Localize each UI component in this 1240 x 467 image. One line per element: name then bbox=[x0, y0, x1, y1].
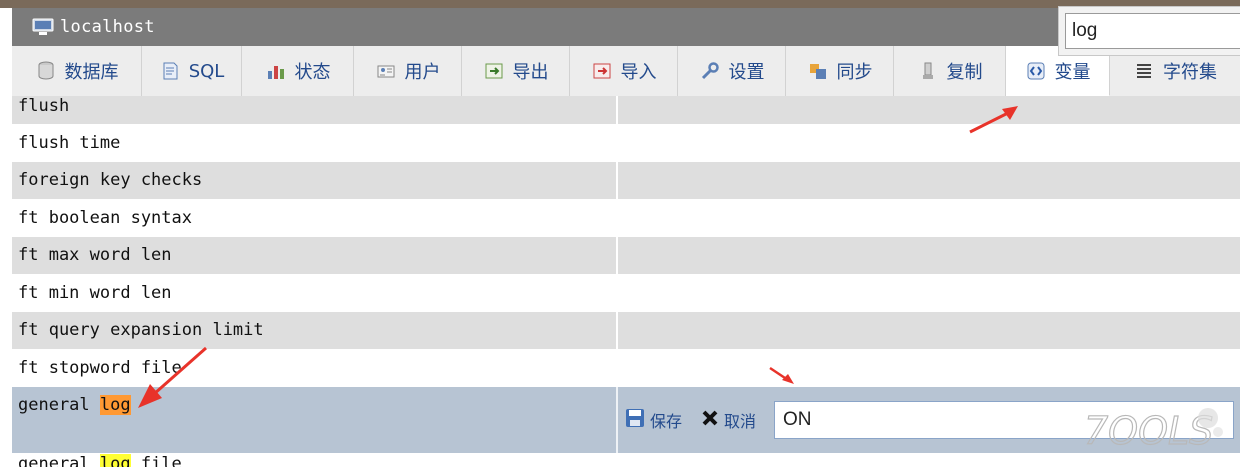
tab-export[interactable]: 导出 bbox=[462, 46, 570, 96]
table-row[interactable]: flush bbox=[12, 96, 1240, 124]
import-icon bbox=[591, 60, 613, 82]
table-row[interactable]: ft max word len bbox=[12, 236, 1240, 274]
table-row[interactable]: ft boolean syntax bbox=[12, 199, 1240, 237]
variable-value[interactable] bbox=[618, 199, 1240, 237]
variable-name: ft min word len bbox=[12, 274, 618, 312]
watermark-logo: 7OOLS bbox=[1083, 408, 1223, 454]
tab-label: 字符集 bbox=[1163, 62, 1217, 83]
variable-value[interactable] bbox=[618, 311, 1240, 349]
charset-icon bbox=[1133, 60, 1155, 82]
tab-label: 设置 bbox=[728, 62, 765, 83]
annotation-arrow-icon bbox=[138, 346, 207, 408]
watermark-text: 7OOLS bbox=[1084, 409, 1213, 453]
variable-name: foreign key checks bbox=[12, 161, 618, 199]
tab-users[interactable]: 用户 bbox=[354, 46, 462, 96]
save-label: 保存 bbox=[650, 411, 683, 431]
variable-value[interactable] bbox=[618, 96, 1240, 124]
save-icon bbox=[624, 407, 646, 433]
tab-import[interactable]: 导入 bbox=[570, 46, 678, 96]
sql-icon bbox=[159, 60, 181, 82]
search-match-highlight: log bbox=[99, 394, 131, 415]
variable-value[interactable] bbox=[618, 161, 1240, 199]
tab-settings[interactable]: 设置 bbox=[678, 46, 786, 96]
sync-icon bbox=[807, 60, 829, 82]
tab-label: 用户 bbox=[404, 62, 441, 83]
database-icon bbox=[35, 60, 57, 82]
variable-name-prefix: general bbox=[18, 453, 100, 467]
tab-label: 状态 bbox=[294, 62, 331, 83]
variable-name: general log file bbox=[12, 452, 618, 467]
tab-label: 导出 bbox=[512, 62, 549, 83]
search-match-highlight: log bbox=[99, 453, 131, 467]
tab-sync[interactable]: 同步 bbox=[786, 46, 894, 96]
tab-sql[interactable]: SQL bbox=[142, 46, 242, 96]
tab-label: 变量 bbox=[1054, 61, 1091, 83]
cancel-label: 取消 bbox=[724, 411, 757, 431]
status-chart-icon bbox=[265, 60, 287, 82]
variables-icon bbox=[1025, 60, 1047, 82]
variable-value[interactable] bbox=[618, 349, 1240, 387]
window-title: localhost bbox=[60, 17, 155, 37]
variable-name: ft boolean syntax bbox=[12, 199, 618, 237]
export-icon bbox=[483, 60, 505, 82]
variable-filter-box bbox=[1058, 6, 1240, 56]
table-row[interactable]: foreign key checks bbox=[12, 161, 1240, 199]
tab-label: 导入 bbox=[620, 62, 657, 83]
variable-name: flush time bbox=[12, 124, 618, 162]
replication-icon bbox=[917, 60, 939, 82]
variable-name: flush bbox=[12, 96, 618, 124]
save-button[interactable]: 保存 bbox=[624, 407, 682, 433]
wrench-icon bbox=[699, 60, 721, 82]
window-titlebar: localhost bbox=[12, 8, 1240, 46]
table-row[interactable]: flush time bbox=[12, 124, 1240, 162]
main-tab-bar: 数据库 SQL 状态 用户 导出 导入 设置 同步 复制 变量 字符集 bbox=[12, 46, 1240, 97]
tab-label: 数据库 bbox=[64, 62, 119, 83]
tab-status[interactable]: 状态 bbox=[242, 46, 354, 96]
desktop-background-strip bbox=[0, 0, 1240, 8]
cancel-button[interactable]: 取消 bbox=[700, 408, 756, 432]
users-icon bbox=[375, 60, 397, 82]
table-row[interactable]: ft min word len bbox=[12, 274, 1240, 312]
variable-name-suffix: file bbox=[130, 453, 182, 467]
tab-databases[interactable]: 数据库 bbox=[12, 46, 142, 96]
tab-label: SQL bbox=[188, 60, 225, 82]
server-icon bbox=[32, 18, 54, 36]
tab-replication[interactable]: 复制 bbox=[894, 46, 1006, 96]
variable-name: general log bbox=[12, 386, 618, 453]
variable-name: ft stopword file bbox=[12, 349, 618, 387]
annotation-arrow-icon bbox=[769, 366, 794, 384]
table-row[interactable]: general log file bbox=[12, 452, 1240, 467]
annotation-arrow-icon bbox=[969, 106, 1018, 134]
variable-value[interactable] bbox=[618, 274, 1240, 312]
variable-value[interactable] bbox=[618, 236, 1240, 274]
tab-label: 复制 bbox=[946, 62, 983, 83]
variable-value[interactable] bbox=[618, 124, 1240, 162]
variable-name: ft query expansion limit bbox=[12, 311, 618, 349]
variable-filter-input[interactable] bbox=[1065, 13, 1240, 49]
tab-label: 同步 bbox=[836, 62, 873, 83]
variable-name-prefix: general bbox=[18, 394, 100, 415]
close-icon bbox=[700, 408, 720, 432]
variable-name: ft max word len bbox=[12, 236, 618, 274]
